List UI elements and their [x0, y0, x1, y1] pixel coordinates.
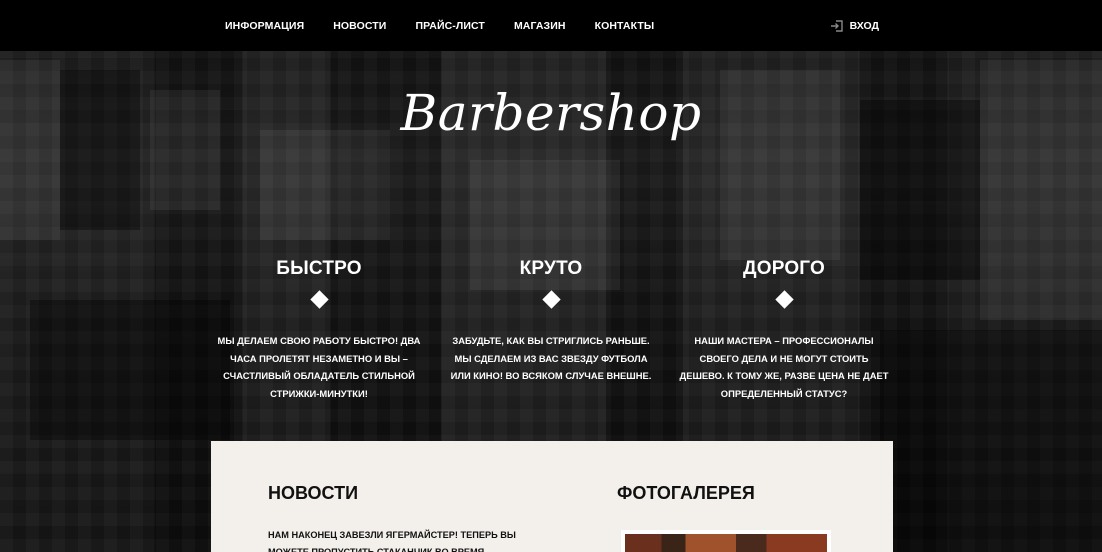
feature-text: ЗАБУДЬТЕ, КАК ВЫ СТРИГЛИСЬ РАНЬШЕ. МЫ СД…	[450, 335, 652, 381]
nav-item-info[interactable]: ИНФОРМАЦИЯ	[225, 20, 304, 32]
diamond-icon	[774, 290, 794, 309]
feature-text: НАШИ МАСТЕРА – ПРОФЕССИОНАЛЫ СВОЕГО ДЕЛА…	[679, 335, 889, 399]
nav-item-price-list[interactable]: ПРАЙС-ЛИСТ	[415, 20, 485, 32]
top-navigation-bar: ИНФОРМАЦИЯ НОВОСТИ ПРАЙС-ЛИСТ МАГАЗИН КО…	[0, 0, 1102, 51]
bg-shape	[260, 130, 390, 240]
nav-item-contacts[interactable]: КОНТАКТЫ	[595, 20, 655, 32]
nav-item-news[interactable]: НОВОСТИ	[333, 20, 386, 32]
news-item-text: НАМ НАКОНЕЦ ЗАВЕЗЛИ ЯГЕРМАЙСТЕР! ТЕПЕРЬ …	[268, 530, 516, 552]
nav-item-shop[interactable]: МАГАЗИН	[514, 20, 566, 32]
feature-fast: БЫСТРО МЫ ДЕЛАЕМ СВОЮ РАБОТУ БЫСТРО! ДВА…	[214, 258, 424, 402]
feature-title: БЫСТРО	[276, 258, 362, 279]
bg-shape	[30, 300, 230, 440]
feature-text: МЫ ДЕЛАЕМ СВОЮ РАБОТУ БЫСТРО! ДВА ЧАСА П…	[217, 335, 421, 399]
feature-title: КРУТО	[519, 258, 583, 279]
login-link[interactable]: ВХОД	[830, 0, 879, 51]
feature-expensive: ДОРОГО НАШИ МАСТЕРА – ПРОФЕССИОНАЛЫ СВОЕ…	[679, 258, 889, 402]
login-icon	[830, 19, 843, 32]
main-menu: ИНФОРМАЦИЯ НОВОСТИ ПРАЙС-ЛИСТ МАГАЗИН КО…	[225, 0, 683, 51]
diamond-icon	[541, 290, 561, 309]
brand-logo[interactable]: Barbershop	[0, 84, 1102, 142]
gallery-photo-image	[625, 534, 827, 552]
feature-title: ДОРОГО	[742, 258, 825, 279]
feature-cool: КРУТО ЗАБУДЬТЕ, КАК ВЫ СТРИГЛИСЬ РАНЬШЕ.…	[446, 258, 656, 385]
login-label: ВХОД	[849, 19, 879, 32]
news-heading[interactable]: НОВОСТИ	[268, 483, 358, 504]
bg-shape	[880, 330, 1102, 552]
gallery-heading[interactable]: ФОТОГАЛЕРЕЯ	[617, 483, 755, 504]
diamond-icon	[309, 290, 329, 309]
gallery-photo[interactable]	[621, 530, 831, 552]
page: ИНФОРМАЦИЯ НОВОСТИ ПРАЙС-ЛИСТ МАГАЗИН КО…	[0, 0, 1102, 552]
content-panel: НОВОСТИ НАМ НАКОНЕЦ ЗАВЕЗЛИ ЯГЕРМАЙСТЕР!…	[211, 441, 893, 552]
